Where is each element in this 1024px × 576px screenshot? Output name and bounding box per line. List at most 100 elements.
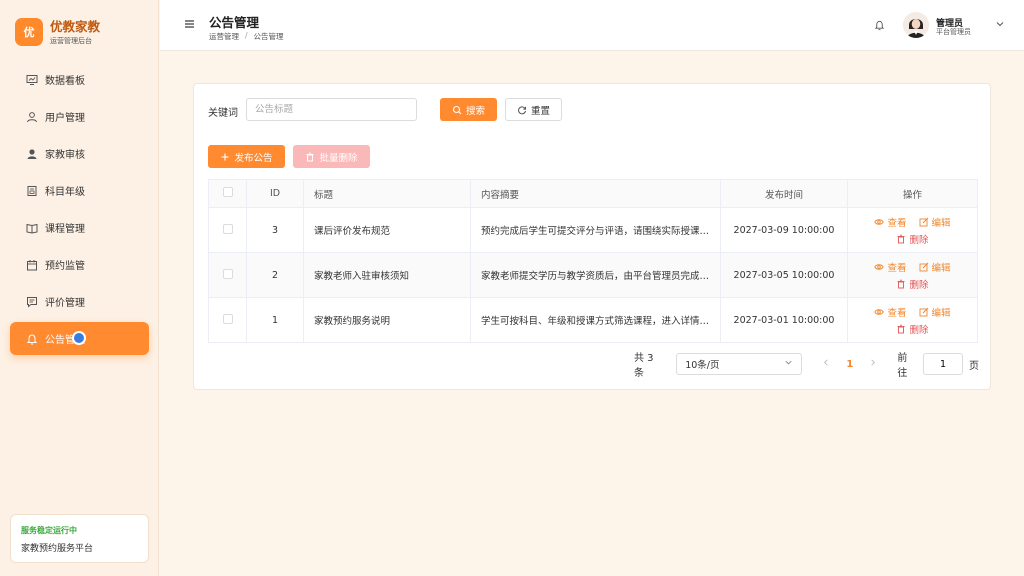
row-select-cell bbox=[208, 297, 247, 343]
page-title: 公告管理 bbox=[209, 15, 260, 30]
goto-page-input[interactable] bbox=[923, 353, 963, 375]
select-all-checkbox[interactable] bbox=[222, 187, 233, 197]
cell-summary-cell: 预约完成后学生可提交评分与评语，请围绕实际授课情况进行评价 bbox=[470, 207, 721, 253]
sidebar-item-label: 数据看板 bbox=[45, 76, 85, 87]
next-page-button[interactable] bbox=[869, 358, 877, 370]
cell-actions: 查看 编辑 删除 bbox=[847, 207, 978, 253]
cell-summary-cell: 家教老师提交学历与教学资质后，由平台管理员完成审核 bbox=[470, 252, 721, 298]
cell-id: 1 bbox=[246, 297, 304, 343]
book-icon bbox=[26, 185, 38, 197]
brand: 优 优教家教 运营管理后台 bbox=[15, 18, 100, 46]
row-checkbox[interactable] bbox=[222, 268, 233, 279]
keyword-input[interactable] bbox=[246, 98, 417, 121]
delete-label: 删除 bbox=[909, 324, 929, 336]
dashboard-icon bbox=[26, 74, 38, 86]
delete-button[interactable]: 删除 bbox=[896, 322, 929, 336]
reset-button[interactable]: 重置 bbox=[505, 98, 562, 121]
comment-icon bbox=[26, 296, 38, 308]
page-number-current[interactable]: 1 bbox=[846, 359, 853, 370]
search-button-label: 搜索 bbox=[465, 105, 485, 117]
plus-icon bbox=[220, 152, 230, 162]
breadcrumb-item[interactable]: 运营管理 bbox=[209, 31, 239, 42]
teacher-icon bbox=[26, 148, 38, 160]
keyword-label: 关键词 bbox=[208, 108, 238, 119]
row-select-cell bbox=[208, 252, 247, 298]
trash-icon bbox=[305, 152, 315, 162]
batch-delete-label: 批量删除 bbox=[319, 152, 358, 164]
search-icon bbox=[452, 105, 462, 115]
sidebar-item-subjects[interactable]: 科目年级 bbox=[10, 174, 149, 207]
chevron-down-icon bbox=[784, 358, 793, 370]
reset-button-label: 重置 bbox=[530, 105, 550, 117]
edit-label: 编辑 bbox=[931, 217, 951, 229]
chevron-down-icon[interactable] bbox=[995, 19, 1005, 32]
eye-icon bbox=[874, 307, 885, 317]
breadcrumb-item: 公告管理 bbox=[253, 32, 284, 41]
sidebar-item-bookings[interactable]: 预约监管 bbox=[10, 248, 149, 281]
status-title: 服务稳定运行中 bbox=[21, 526, 77, 535]
sidebar-item-label: 家教审核 bbox=[45, 150, 85, 161]
cell-title: 课后评价发布规范 bbox=[303, 207, 471, 253]
search-button[interactable]: 搜索 bbox=[440, 98, 497, 121]
view-button[interactable]: 查看 bbox=[874, 305, 907, 319]
view-label: 查看 bbox=[887, 217, 907, 229]
column-header-summary: 内容摘要 bbox=[470, 179, 721, 208]
edit-button[interactable]: 编辑 bbox=[919, 305, 951, 319]
sidebar-item-announcements[interactable]: 公告管理 bbox=[10, 322, 149, 355]
cell-time: 2027-03-01 10:00:00 bbox=[720, 297, 848, 343]
column-header-title: 标题 bbox=[303, 179, 471, 208]
page-size-value: 10条/页 bbox=[685, 360, 720, 371]
edit-button[interactable]: 编辑 bbox=[919, 260, 951, 274]
announcement-panel: 关键词 搜索 重置 发布公告 批量删除 ID 标题 内容摘要 bbox=[193, 83, 991, 390]
view-button[interactable]: 查看 bbox=[874, 215, 907, 229]
column-header-actions: 操作 bbox=[847, 179, 978, 208]
sidebar-item-users[interactable]: 用户管理 bbox=[10, 100, 149, 133]
top-header: 公告管理 运营管理 / 公告管理 管理员 平台管理员 bbox=[160, 0, 1024, 51]
avatar[interactable] bbox=[903, 12, 929, 38]
edit-icon bbox=[919, 307, 929, 317]
sidebar-item-tutor-review[interactable]: 家教审核 bbox=[10, 137, 149, 170]
table-row: 3 课后评价发布规范 预约完成后学生可提交评分与评语，请围绕实际授课情况进行评价… bbox=[208, 207, 978, 253]
user-role: 平台管理员 bbox=[936, 28, 971, 36]
notification-bell-icon[interactable] bbox=[874, 19, 885, 34]
view-button[interactable]: 查看 bbox=[874, 260, 907, 274]
batch-delete-button[interactable]: 批量删除 bbox=[293, 145, 370, 168]
cell-title: 家教老师入驻审核须知 bbox=[303, 252, 471, 298]
menu-toggle-icon[interactable] bbox=[184, 19, 195, 32]
page-unit-label: 页 bbox=[969, 360, 979, 372]
total-count: 共 3 条 bbox=[634, 353, 654, 379]
cell-time: 2027-03-05 10:00:00 bbox=[720, 252, 848, 298]
sidebar-item-dashboard[interactable]: 数据看板 bbox=[10, 63, 149, 96]
edit-button[interactable]: 编辑 bbox=[919, 215, 951, 229]
row-checkbox[interactable] bbox=[222, 223, 233, 234]
trash-icon bbox=[896, 324, 906, 334]
delete-label: 删除 bbox=[909, 279, 929, 291]
sidebar-nav: 数据看板 用户管理 家教审核 科目年级 课程管理 预约监管 评价管理 公告管理 bbox=[10, 63, 149, 359]
prev-page-button[interactable] bbox=[822, 358, 830, 370]
breadcrumb: 运营管理 / 公告管理 bbox=[209, 31, 284, 42]
pagination: 共 3 条 10条/页 1 前往 页 bbox=[634, 353, 979, 379]
service-status-card: 服务稳定运行中 家教预约服务平台 bbox=[10, 514, 149, 563]
row-select-cell bbox=[208, 207, 247, 253]
sidebar: 优 优教家教 运营管理后台 数据看板 用户管理 家教审核 科目年级 课程管理 预… bbox=[0, 0, 159, 576]
sidebar-item-label: 科目年级 bbox=[45, 187, 85, 198]
sidebar-item-label: 课程管理 bbox=[45, 224, 85, 235]
delete-button[interactable]: 删除 bbox=[896, 277, 929, 291]
breadcrumb-separator: / bbox=[245, 31, 248, 40]
publish-announcement-button[interactable]: 发布公告 bbox=[208, 145, 285, 168]
delete-button[interactable]: 删除 bbox=[896, 232, 929, 246]
page-size-select[interactable]: 10条/页 bbox=[676, 353, 803, 375]
cell-title: 家教预约服务说明 bbox=[303, 297, 471, 343]
cell-summary-cell: 学生可按科目、年级和授课方式筛选课程，进入详情页预约 bbox=[470, 297, 721, 343]
row-checkbox[interactable] bbox=[222, 313, 233, 324]
trash-icon bbox=[896, 234, 906, 244]
view-label: 查看 bbox=[887, 262, 907, 274]
sidebar-item-courses[interactable]: 课程管理 bbox=[10, 211, 149, 244]
sidebar-item-label: 预约监管 bbox=[45, 261, 85, 272]
column-header-time: 发布时间 bbox=[720, 179, 848, 208]
goto-label: 前往 bbox=[897, 353, 908, 379]
sidebar-item-reviews[interactable]: 评价管理 bbox=[10, 285, 149, 318]
brand-logo: 优 bbox=[15, 18, 43, 46]
cell-id: 2 bbox=[246, 252, 304, 298]
table-row: 1 家教预约服务说明 学生可按科目、年级和授课方式筛选课程，进入详情页预约 20… bbox=[208, 297, 978, 343]
